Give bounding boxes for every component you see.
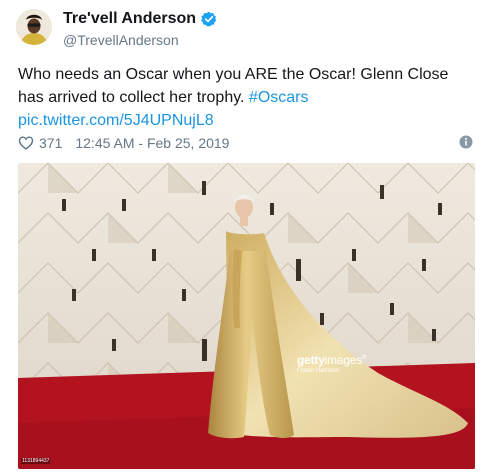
tweet-text: Who needs an Oscar when you ARE the Osca… bbox=[18, 63, 478, 132]
hashtag-link[interactable]: #Oscars bbox=[249, 89, 309, 106]
photo-image bbox=[18, 163, 475, 469]
avatar-image bbox=[16, 9, 52, 45]
tweet-photo[interactable]: gettyimages® Frazer Harrison 1131894437 bbox=[18, 163, 475, 469]
user-handle[interactable]: @TrevellAnderson bbox=[63, 32, 179, 48]
tweet-meta: 371 12:45 AM - Feb 25, 2019 bbox=[18, 133, 473, 153]
watermark-credit: Frazer Harrison bbox=[297, 368, 339, 374]
photo-id: 1131894437 bbox=[21, 458, 51, 464]
getty-watermark: gettyimages® Frazer Harrison bbox=[297, 353, 367, 374]
timestamp[interactable]: 12:45 AM - Feb 25, 2019 bbox=[75, 135, 229, 151]
verified-badge-icon bbox=[201, 11, 217, 27]
watermark-brand: gettyimages® bbox=[297, 353, 367, 367]
like-count[interactable]: 371 bbox=[39, 135, 62, 151]
tweet-body: Who needs an Oscar when you ARE the Osca… bbox=[18, 66, 449, 106]
info-icon[interactable] bbox=[459, 135, 473, 149]
avatar[interactable] bbox=[16, 9, 52, 45]
tweet-card: Tre'vell Anderson @TrevellAnderson Who n… bbox=[0, 0, 490, 475]
heart-icon[interactable] bbox=[18, 135, 34, 151]
display-name[interactable]: Tre'vell Anderson bbox=[63, 10, 196, 28]
media-link[interactable]: pic.twitter.com/5J4UPNujL8 bbox=[18, 112, 214, 129]
